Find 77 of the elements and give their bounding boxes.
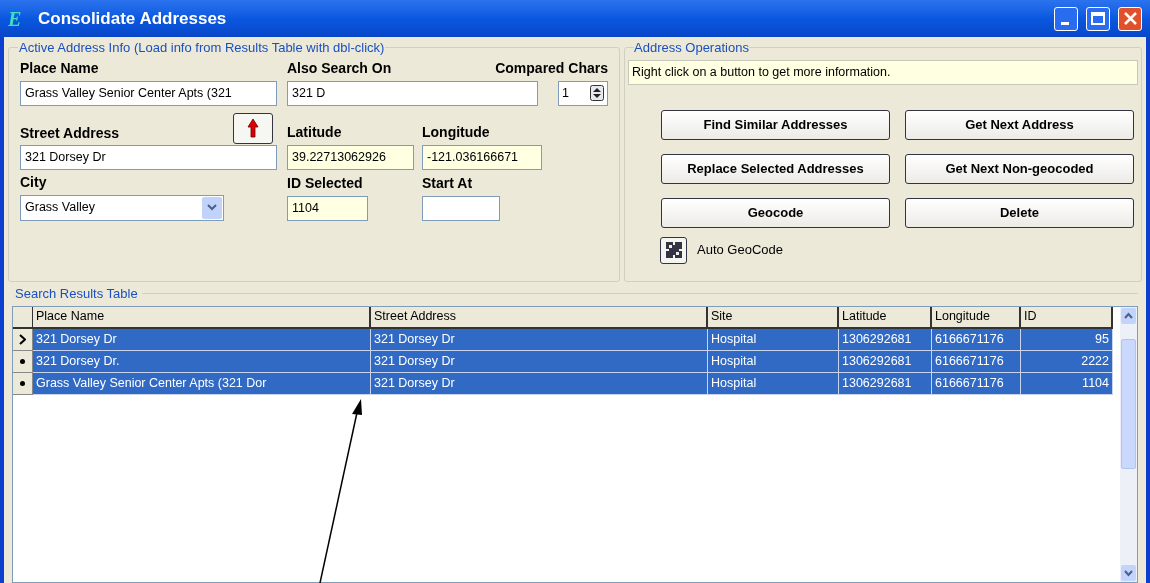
info-bar: Right click on a button to get more information.	[628, 59, 1138, 85]
app-icon: E	[8, 3, 30, 34]
action-button[interactable]: Delete	[905, 197, 1134, 228]
table-cell: 321 Dorsey Dr	[371, 372, 708, 395]
row-header[interactable]	[13, 350, 33, 373]
action-button[interactable]: Geocode	[661, 197, 890, 228]
group-title: Search Results Table	[15, 285, 138, 303]
action-button[interactable]: Get Next Non-geocoded	[905, 153, 1134, 184]
action-button[interactable]: Get Next Address	[905, 109, 1134, 140]
row-header[interactable]	[13, 328, 33, 351]
scroll-down-icon	[1121, 565, 1136, 581]
table-cell: 2222	[1021, 350, 1113, 373]
spin-icon[interactable]	[590, 85, 604, 101]
row-dot-icon	[20, 358, 25, 364]
table-cell: 6166671176	[932, 350, 1021, 373]
field-label: Place Name	[20, 59, 99, 76]
action-button[interactable]: Replace Selected Addresses	[661, 153, 890, 184]
group-title: Active Address Info (Load info from Results Table with dbl-click)	[18, 39, 386, 57]
compared-chars-spinner[interactable]: 1	[558, 80, 608, 106]
group-title: Address Operations	[634, 39, 749, 57]
table-cell: 321 Dorsey Dr	[371, 350, 708, 373]
field-label: Longitude	[422, 123, 490, 140]
field-label: Street Address	[20, 124, 120, 141]
table-cell: 1306292681	[839, 350, 932, 373]
column-header[interactable]: Site	[708, 306, 839, 329]
field-label: Latitude	[287, 123, 342, 140]
maximize-button[interactable]	[1086, 6, 1110, 31]
current-row-icon	[19, 333, 26, 345]
auto-geocode-label: Auto GeoCode	[697, 241, 783, 260]
move-up-button[interactable]	[233, 112, 273, 144]
street-address-field[interactable]: 321 Dorsey Dr	[20, 144, 277, 170]
maximize-icon	[1091, 12, 1105, 25]
column-header[interactable]: ID	[1021, 306, 1113, 329]
column-header[interactable]: Longitude	[932, 306, 1021, 329]
table-cell: 95	[1021, 328, 1113, 351]
table-cell: 1104	[1021, 372, 1113, 395]
row-dot-icon	[20, 380, 25, 386]
table-cell: 6166671176	[932, 328, 1021, 351]
scroll-thumb[interactable]	[1121, 339, 1136, 470]
field-label: City	[20, 173, 47, 190]
up-arrow-icon	[247, 118, 259, 138]
start-at-field[interactable]	[422, 195, 500, 221]
table-cell: Hospital	[708, 350, 839, 373]
search-on-field[interactable]: 321 D	[287, 80, 538, 106]
field-label: Also Search On	[287, 59, 392, 76]
table-cell: 1306292681	[839, 328, 932, 351]
table-cell: 1306292681	[839, 372, 932, 395]
column-header[interactable]: Street Address	[371, 306, 708, 329]
place-name-field[interactable]: Grass Valley Senior Center Apts (321	[20, 80, 277, 106]
table-cell: 321 Dorsey Dr	[371, 328, 708, 351]
close-icon	[1123, 12, 1137, 25]
table-cell: 321 Dorsey Dr.	[33, 350, 371, 373]
id-selected-field[interactable]: 1104	[287, 195, 368, 221]
field-label: ID Selected	[287, 174, 363, 191]
table-cell: 321 Dorsey Dr	[33, 328, 371, 351]
city-dropdown[interactable]: Grass Valley	[20, 194, 224, 221]
table-cell: Hospital	[708, 328, 839, 351]
header-corner	[13, 306, 33, 329]
column-header[interactable]: Latitude	[839, 306, 932, 329]
longitude-field[interactable]: -121.036166671	[422, 144, 542, 170]
action-button[interactable]: Find Similar Addresses	[661, 109, 890, 140]
row-header[interactable]	[13, 372, 33, 395]
auto-geocode-toggle[interactable]	[660, 236, 687, 264]
scroll-up-icon	[1121, 307, 1136, 324]
vertical-scrollbar[interactable]	[1120, 306, 1137, 582]
table-cell: Grass Valley Senior Center Apts (321 Dor	[33, 372, 371, 395]
field-label: Compared Chars	[495, 59, 608, 76]
puzzle-icon	[663, 240, 684, 260]
latitude-field[interactable]: 39.22713062926	[287, 144, 414, 170]
table-cell: Hospital	[708, 372, 839, 395]
window-title: Consolidate Addresses	[38, 7, 227, 30]
field-label: Start At	[422, 174, 473, 191]
column-header[interactable]: Place Name	[33, 306, 371, 329]
minimize-button[interactable]	[1054, 6, 1078, 31]
table-cell: 6166671176	[932, 372, 1021, 395]
minimize-icon	[1061, 21, 1071, 25]
close-button[interactable]	[1118, 6, 1142, 31]
